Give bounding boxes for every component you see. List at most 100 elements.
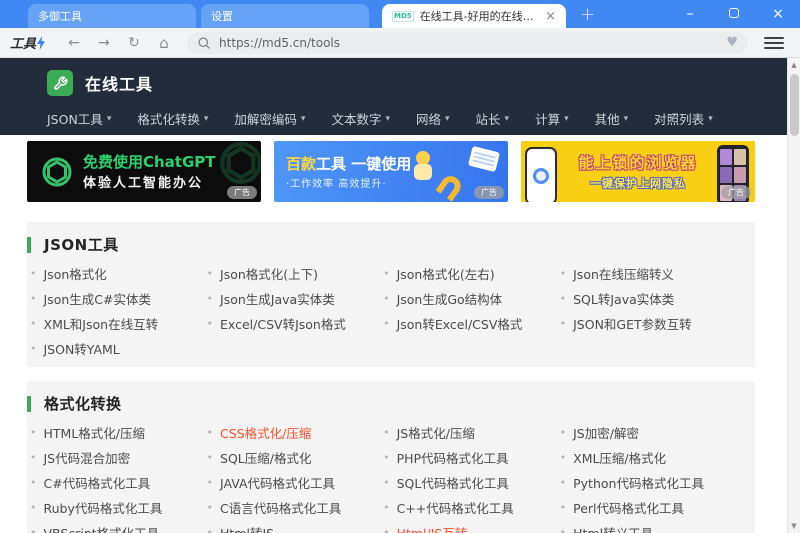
- tool-link[interactable]: • Json格式化: [30, 261, 207, 286]
- tool-link[interactable]: •JSON转YAML: [30, 336, 207, 361]
- back-button[interactable]: ←: [59, 35, 89, 51]
- bullet-icon: •: [207, 267, 214, 280]
- tool-link-label: Python代码格式化工具: [573, 473, 704, 492]
- tool-link[interactable]: •Json生成Java实体类: [207, 286, 384, 311]
- bullet-icon: •: [30, 267, 37, 280]
- tab-close-icon[interactable]: ×: [545, 10, 556, 23]
- menu-button[interactable]: [764, 34, 784, 52]
- url-text[interactable]: https://md5.cn/tools: [219, 36, 726, 50]
- tool-section-2: 格式化转换 •HTML格式化/压缩•CSS格式化/压缩•JS格式化/压缩•JS加密…: [27, 381, 755, 533]
- tool-link-label: SQL转Java实体类: [573, 289, 674, 308]
- tool-link[interactable]: •Ruby代码格式化工具: [30, 495, 207, 520]
- nav-item-label: 文本数字: [331, 109, 381, 128]
- tool-link[interactable]: •Perl代码格式化工具: [560, 495, 745, 520]
- bullet-icon: •: [207, 292, 214, 305]
- ad-banner-tools[interactable]: 百款工具 一键使用 ·工作效率 高效提升· 广告: [274, 141, 508, 202]
- tool-link[interactable]: •XML和Json在线互转: [30, 311, 207, 336]
- tool-link[interactable]: •HTML格式化/压缩: [30, 420, 207, 445]
- chevron-down-icon: ▾: [301, 114, 306, 124]
- tool-link[interactable]: •Python代码格式化工具: [560, 470, 745, 495]
- nav-item-7[interactable]: 计算▾: [535, 109, 569, 128]
- nav-item-5[interactable]: 网络▾: [416, 109, 450, 128]
- tool-link-label: SQL压缩/格式化: [220, 448, 311, 467]
- new-tab-button[interactable]: +: [580, 6, 595, 24]
- tool-link[interactable]: •C++代码格式化工具: [383, 495, 560, 520]
- forward-button[interactable]: →: [89, 35, 119, 51]
- lightning-bolt-icon: [36, 36, 45, 50]
- favorite-heart-icon[interactable]: ♥: [726, 35, 738, 50]
- site-header: 在线工具 JSON工具▾格式化转换▾加解密编码▾文本数字▾网络▾站长▾计算▾其他…: [0, 58, 787, 135]
- tool-link-label: JSON和GET参数互转: [573, 314, 692, 333]
- tool-link[interactable]: •JS代码混合加密: [30, 445, 207, 470]
- scroll-down-icon[interactable]: ▼: [788, 519, 800, 533]
- tool-link[interactable]: •Html/JS互转: [383, 520, 560, 533]
- tool-link[interactable]: •SQL转Java实体类: [560, 286, 745, 311]
- tool-link[interactable]: •JS加密/解密: [560, 420, 745, 445]
- tool-link[interactable]: •CSS格式化/压缩: [207, 420, 384, 445]
- nav-item-label: 对照列表: [654, 109, 704, 128]
- tool-link-label: Json格式化: [44, 264, 107, 283]
- laptop-illustration: [468, 146, 500, 172]
- tool-link[interactable]: •C#代码格式化工具: [30, 470, 207, 495]
- tool-link[interactable]: •PHP代码格式化工具: [383, 445, 560, 470]
- tool-grid: • Json格式化 • Json格式化(上下) •Json格式化(左右)•Json在线压…: [27, 261, 745, 361]
- section-header: 格式化转换: [27, 393, 745, 414]
- nav-item-4[interactable]: 文本数字▾: [331, 109, 390, 128]
- tool-link-label: Json转Excel/CSV格式: [397, 314, 523, 333]
- tool-link[interactable]: •JAVA代码格式化工具: [207, 470, 384, 495]
- tool-link[interactable]: •Json格式化(左右): [383, 261, 560, 286]
- tool-link[interactable]: •C语言代码格式化工具: [207, 495, 384, 520]
- tool-link[interactable]: •Html转JS: [207, 520, 384, 533]
- bullet-icon: •: [383, 501, 390, 514]
- tool-link[interactable]: • Json格式化(上下): [207, 261, 384, 286]
- nav-item-3[interactable]: 加解密编码▾: [234, 109, 305, 128]
- tool-link-label: JS代码混合加密: [44, 448, 131, 467]
- tool-link[interactable]: •JS格式化/压缩: [383, 420, 560, 445]
- tool-link[interactable]: •Excel/CSV转Json格式: [207, 311, 384, 336]
- ad-headline: 百款工具 一键使用: [286, 154, 411, 175]
- reload-button[interactable]: ↻: [119, 35, 149, 51]
- tool-link[interactable]: •Json在线压缩转义: [560, 261, 745, 286]
- browser-logo[interactable]: 工具: [10, 33, 45, 52]
- bullet-icon: •: [560, 451, 567, 464]
- home-button[interactable]: ⌂: [149, 34, 179, 52]
- nav-item-2[interactable]: 格式化转换▾: [137, 109, 208, 128]
- tool-link-label: XML压缩/格式化: [573, 448, 666, 467]
- nav-item-1[interactable]: JSON工具▾: [47, 109, 111, 128]
- address-bar[interactable]: https://md5.cn/tools ♥: [187, 32, 748, 54]
- chevron-down-icon: ▾: [445, 114, 450, 124]
- tool-link[interactable]: • XML压缩/格式化: [560, 445, 745, 470]
- magnet-illustration: [435, 172, 464, 201]
- tab-settings[interactable]: 设置: [201, 4, 369, 28]
- nav-item-9[interactable]: 对照列表▾: [654, 109, 713, 128]
- ad-banner-browser[interactable]: 能上锁的浏览器 一键保护上网隐私 广告: [521, 141, 755, 202]
- bullet-icon: •: [383, 292, 390, 305]
- tool-link[interactable]: •SQL压缩/格式化: [207, 445, 384, 470]
- nav-item-8[interactable]: 其他▾: [595, 109, 629, 128]
- tool-link[interactable]: •Json生成C#实体类: [30, 286, 207, 311]
- wrench-logo-icon: [47, 70, 73, 96]
- site-title: 在线工具: [85, 71, 153, 95]
- tab-duoyu-tools[interactable]: 多御工具: [28, 4, 196, 28]
- tab-online-tools[interactable]: MD5 在线工具-好用的在线工具都... ×: [382, 4, 566, 28]
- tool-link[interactable]: •JSON和GET参数互转: [560, 311, 745, 336]
- site-brand[interactable]: 在线工具: [47, 58, 787, 96]
- tool-link[interactable]: •Json转Excel/CSV格式: [383, 311, 560, 336]
- scrollbar-thumb[interactable]: [790, 74, 799, 136]
- tool-link[interactable]: •Html转义工具: [560, 520, 745, 533]
- section-title: JSON工具: [44, 234, 119, 255]
- minimize-button[interactable]: –: [668, 0, 712, 28]
- tool-link-label: JSON转YAML: [44, 339, 120, 358]
- bullet-icon: •: [383, 451, 390, 464]
- tool-link[interactable]: •Json生成Go结构体: [383, 286, 560, 311]
- person-illustration: [416, 151, 430, 165]
- maximize-button[interactable]: [712, 0, 756, 28]
- ad-banner-chatgpt[interactable]: 免费使用ChatGPT 体验人工智能办公 广告: [27, 141, 261, 202]
- close-window-button[interactable]: ×: [756, 0, 800, 28]
- nav-item-6[interactable]: 站长▾: [476, 109, 510, 128]
- tool-link-label: Json格式化(上下): [220, 264, 318, 283]
- scrollbar[interactable]: ▲ ▼: [787, 58, 800, 533]
- scroll-up-icon[interactable]: ▲: [788, 58, 800, 72]
- tool-link[interactable]: •VBScript格式化工具: [30, 520, 207, 533]
- tool-link[interactable]: •SQL代码格式化工具: [383, 470, 560, 495]
